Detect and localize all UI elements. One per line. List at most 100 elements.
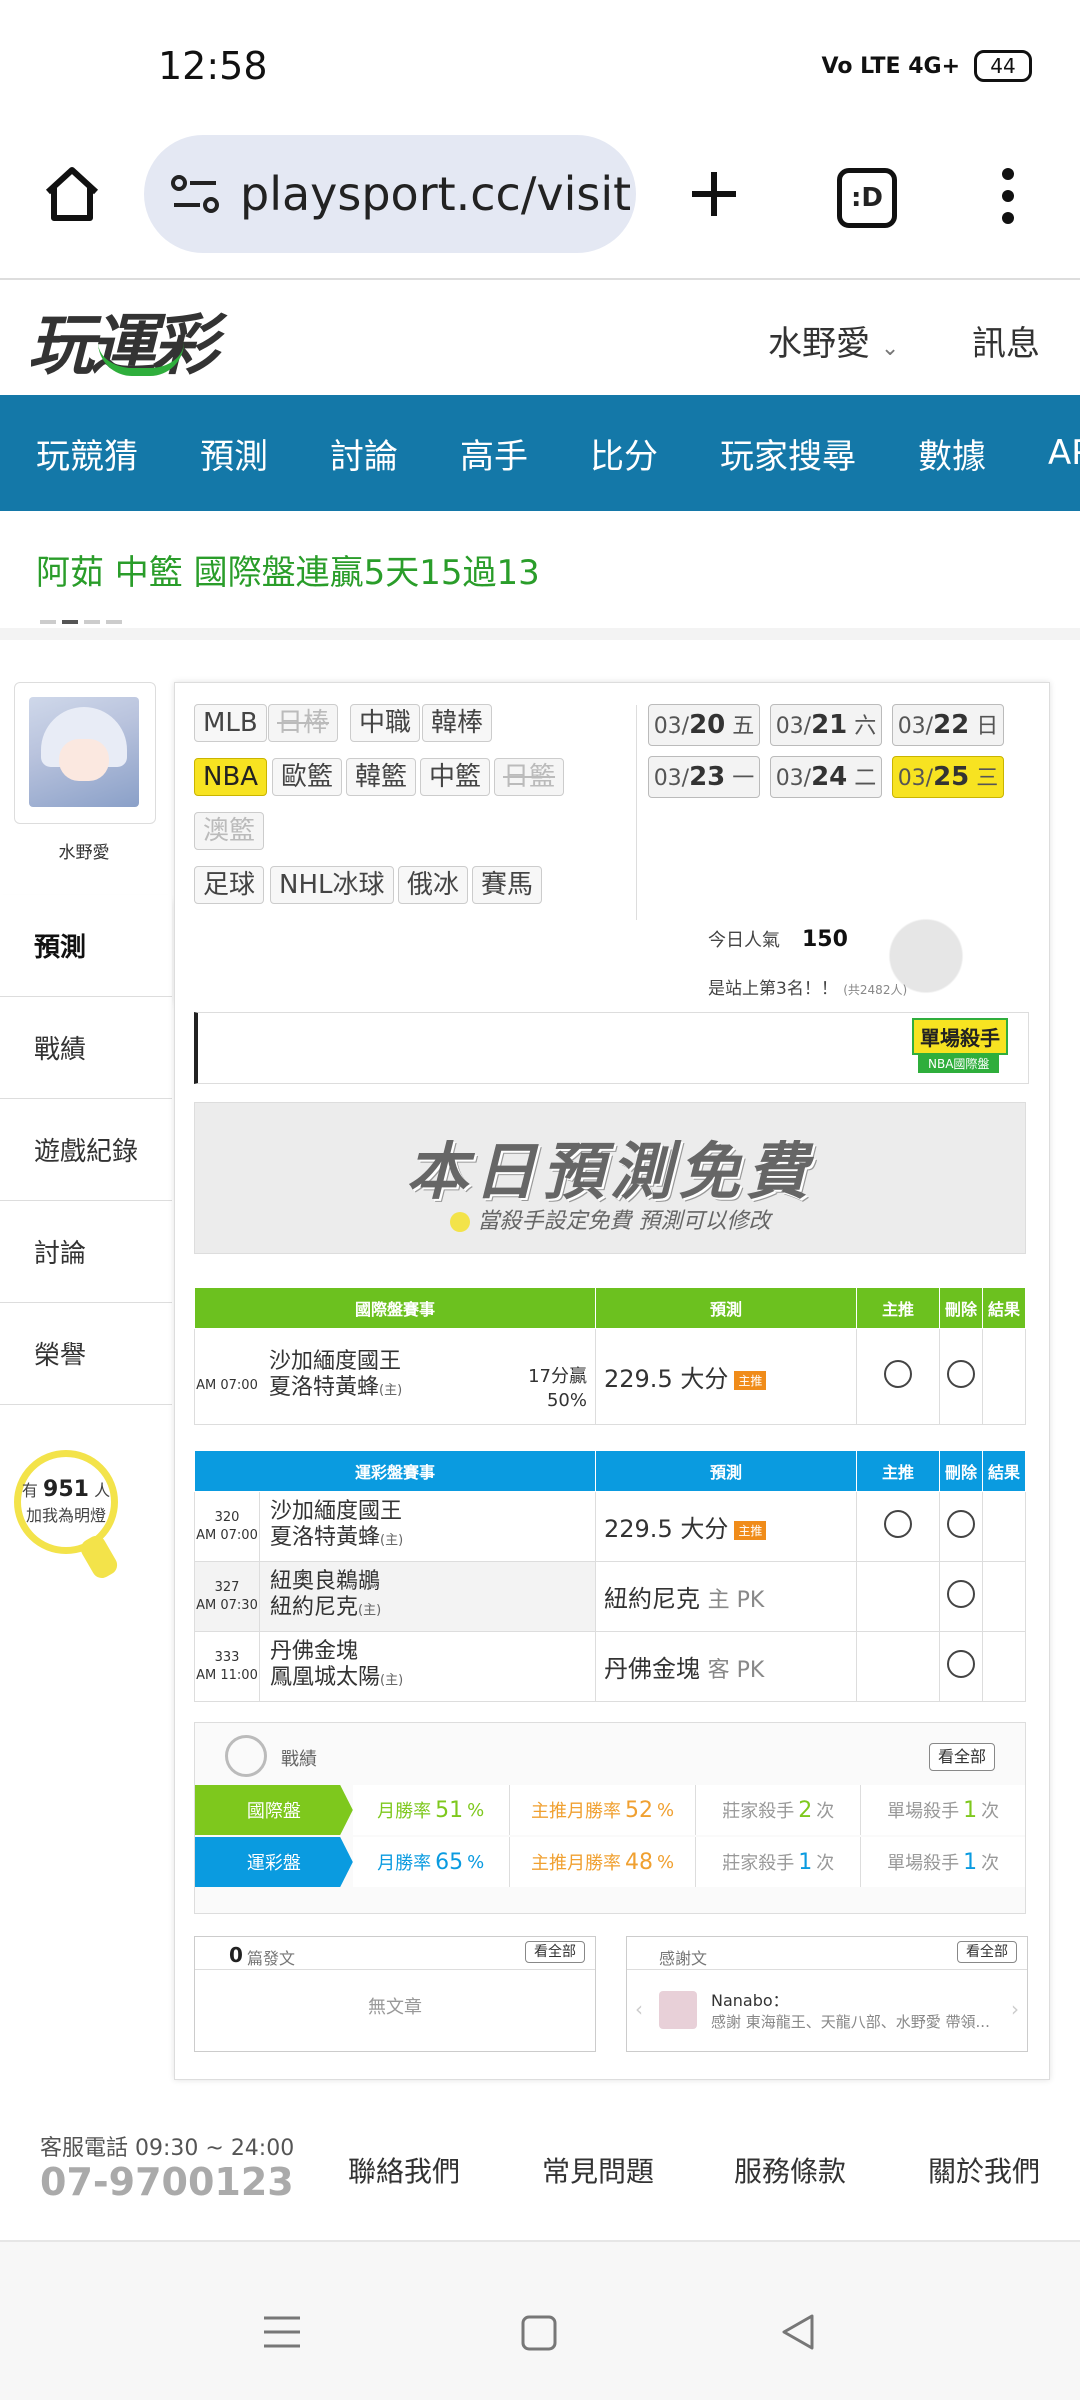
chevron-left-icon[interactable]: ‹ — [635, 1997, 643, 2021]
league-kbo[interactable]: 韓棒 — [422, 704, 493, 742]
battery-icon: 44 — [974, 50, 1032, 82]
divider — [0, 278, 1080, 280]
articles-empty: 無文章 — [368, 1997, 422, 2018]
recent-apps-icon[interactable] — [262, 2312, 302, 2352]
banner-subtitle: 當殺手設定免費 預測可以修改 — [195, 1203, 1025, 1235]
league-mlb[interactable]: MLB — [194, 704, 267, 742]
service-phone[interactable]: 07-9700123 — [40, 2160, 294, 2204]
record-row-lottery: 運彩盤 月勝率 65% 主推月勝率 48% 莊家殺手 1 次 單場殺手 1 次 — [195, 1837, 1025, 1887]
articles-view-all-button[interactable]: 看全部 — [525, 1941, 585, 1963]
news-ticker[interactable]: 阿茹 中籃 國際盤連贏5天15過13 — [36, 545, 540, 594]
footer-link-faq[interactable]: 常見問題 — [542, 2150, 654, 2190]
ticker-pager[interactable] — [40, 620, 122, 624]
status-time: 12:58 — [158, 44, 268, 88]
free-prediction-banner: 本日預測免費 當殺手設定免費 預測可以修改 — [194, 1102, 1026, 1254]
footer-link-terms[interactable]: 服務條款 — [734, 2150, 846, 2190]
main-pick-radio[interactable] — [884, 1509, 912, 1538]
site-settings-icon[interactable] — [170, 174, 220, 214]
delete-radio[interactable] — [947, 1359, 975, 1388]
more-menu-icon[interactable] — [998, 168, 1018, 224]
delete-radio[interactable] — [947, 1649, 975, 1678]
user-menu[interactable]: 水野愛 ⌄ — [768, 316, 899, 365]
single-killer-badge: 單場殺手 NBA國際盤 — [906, 1012, 1026, 1082]
league-npb: 日棒 — [268, 704, 339, 742]
chevron-right-icon[interactable]: › — [1011, 1997, 1019, 2021]
league-cba[interactable]: 中籃 — [420, 758, 491, 796]
sidebar-item-forum[interactable]: 討論 — [0, 1201, 172, 1303]
league-soccer[interactable]: 足球 — [194, 866, 265, 904]
thanks-text: 感謝 東海龍王、天龍八部、水野愛 帶領... — [711, 2013, 990, 2031]
status-icons: Vo LTE 4G+ 44 — [822, 50, 1032, 82]
tab-switcher-button[interactable]: :D — [837, 168, 897, 228]
nav-item-guess[interactable]: 玩競猜 — [36, 429, 138, 478]
footer-link-contact[interactable]: 聯絡我們 — [348, 2150, 460, 2190]
league-khl[interactable]: 俄冰 — [398, 866, 469, 904]
thanks-author: Nanabo： — [711, 1991, 789, 2010]
fans-caption: 加我為明燈 — [25, 1506, 106, 1525]
table-row: AM 07:00 沙加緬度國王 夏洛特黃蜂(主) 17分贏 50% 229.5 大分… — [194, 1328, 1026, 1425]
league-nba[interactable]: NBA — [194, 758, 268, 796]
section-gap — [0, 628, 1080, 640]
url-bar[interactable]: playsport.cc/visit — [144, 135, 636, 253]
main-pick-tag: 主推 — [734, 1520, 767, 1540]
date-0320[interactable]: 03/20 五 — [648, 704, 760, 746]
fans-count: 951 — [43, 1477, 89, 1502]
table-row: 327 AM 07:30 紐奧良鵜鶘 紐約尼克(主) 紐約尼克 主 PK — [194, 1561, 1026, 1632]
fans-bulb[interactable]: 有 951 人 加我為明燈 — [14, 1450, 118, 1554]
record-title: 戰績 — [281, 1749, 317, 1770]
league-cpbl[interactable]: 中職 — [350, 704, 421, 742]
new-tab-icon[interactable] — [688, 168, 740, 220]
league-kbl[interactable]: 韓籃 — [346, 758, 417, 796]
bulb-icon — [449, 1212, 470, 1232]
date-0324[interactable]: 03/24 二 — [770, 756, 882, 798]
nav-item-player-search[interactable]: 玩家搜尋 — [720, 429, 856, 478]
nav-item-experts[interactable]: 高手 — [460, 429, 528, 478]
league-horse-racing[interactable]: 賽馬 — [472, 866, 543, 904]
nav-item-forum[interactable]: 討論 — [330, 429, 398, 478]
article-count: 0 — [229, 1943, 243, 1967]
home-nav-icon[interactable] — [520, 2314, 558, 2352]
back-icon[interactable] — [778, 2312, 818, 2352]
sidebar-item-honor[interactable]: 榮譽 — [0, 1303, 172, 1405]
chevron-down-icon: ⌄ — [880, 336, 900, 361]
profile-menu: 預測 戰績 遊戲紀錄 討論 榮譽 — [0, 895, 172, 1405]
league-nbl: 澳籃 — [194, 812, 265, 850]
delete-radio[interactable] — [947, 1509, 975, 1538]
target-icon — [225, 1735, 267, 1777]
league-b-league: 日籃 — [494, 758, 565, 796]
main-pick-radio[interactable] — [884, 1359, 912, 1388]
table-row: 333 AM 11:00 丹佛金塊 鳳凰城太陽(主) 丹佛金塊 客 PK — [194, 1631, 1026, 1702]
nav-item-scores[interactable]: 比分 — [590, 429, 658, 478]
popularity-value: 150 — [802, 927, 848, 952]
url-text[interactable]: playsport.cc/visit — [240, 167, 630, 221]
date-0325[interactable]: 03/25 三 — [892, 756, 1004, 798]
date-0321[interactable]: 03/21 六 — [770, 704, 882, 746]
messages-link[interactable]: 訊息 — [972, 316, 1040, 365]
nav-item-data[interactable]: 數據 — [918, 429, 986, 478]
league-euro-basketball[interactable]: 歐籃 — [272, 758, 343, 796]
date-0323[interactable]: 03/23 一 — [648, 756, 760, 798]
thanks-view-all-button[interactable]: 看全部 — [957, 1941, 1017, 1963]
profile-name: 水野愛 — [58, 843, 110, 863]
nav-item-app[interactable]: APP — [1048, 433, 1080, 473]
footer-link-about[interactable]: 關於我們 — [928, 2150, 1040, 2190]
articles-box: 0 篇發文 看全部 無文章 — [194, 1936, 596, 2052]
banner-title: 本日預測免費 — [405, 1135, 814, 1208]
date-0322[interactable]: 03/22 日 — [892, 704, 1004, 746]
record-view-all-button[interactable]: 看全部 — [929, 1743, 996, 1771]
sidebar-item-record[interactable]: 戰績 — [0, 997, 172, 1099]
sidebar-item-game-log[interactable]: 遊戲紀錄 — [0, 1099, 172, 1201]
avatar[interactable] — [14, 682, 156, 824]
main-nav: 玩競猜 預測 討論 高手 比分 玩家搜尋 數據 APP — [0, 395, 1080, 511]
home-icon[interactable] — [40, 162, 104, 226]
table-row: 320 AM 07:00 沙加緬度國王 夏洛特黃蜂(主) 229.5 大分 主推 — [194, 1491, 1026, 1562]
record-panel: 戰績 看全部 國際盤 月勝率 51% 主推月勝率 52% 莊家殺手 2 次 單場殺手 1 次… — [194, 1722, 1026, 1914]
sidebar-item-predict[interactable]: 預測 — [0, 895, 172, 997]
nav-item-predict[interactable]: 預測 — [200, 429, 268, 478]
intl-prediction-table: 國際盤賽事 預測 主推 刪除 結果 AM 07:00 沙加緬度國王 夏洛特黃蜂(主… — [194, 1287, 1026, 1425]
comment-input[interactable] — [194, 1012, 1029, 1084]
mascot-watermark — [866, 912, 966, 1022]
league-nhl[interactable]: NHL冰球 — [270, 866, 394, 904]
delete-radio[interactable] — [947, 1579, 975, 1608]
popularity: 今日人氣 150 — [708, 927, 848, 952]
